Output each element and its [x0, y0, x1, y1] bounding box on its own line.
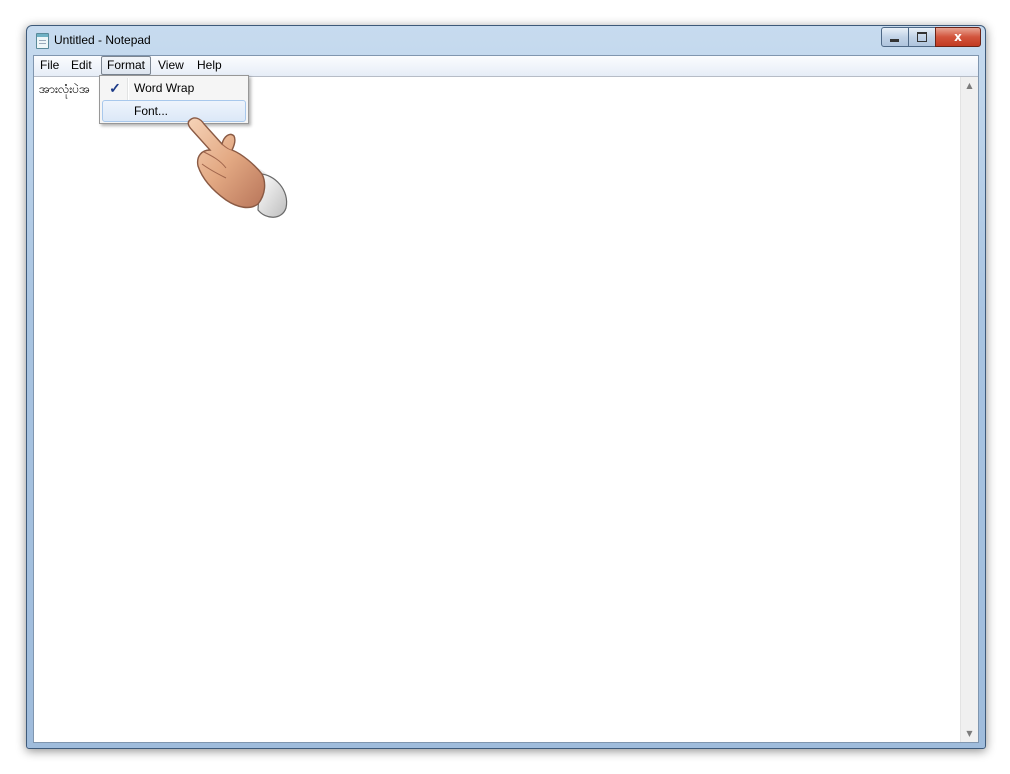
close-button[interactable]: x [935, 27, 981, 47]
maximize-button[interactable] [908, 27, 936, 47]
window-controls: x [881, 27, 981, 47]
menu-help[interactable]: Help [192, 57, 227, 74]
menu-file[interactable]: File [35, 57, 64, 74]
window-title: Untitled - Notepad [54, 33, 151, 47]
close-icon: x [954, 30, 962, 44]
editor-text: အားလုံးပဲအ [39, 82, 91, 96]
maximize-icon [917, 32, 927, 42]
minimize-button[interactable] [881, 27, 909, 47]
menu-bar: File Edit Format View Help [34, 56, 978, 77]
notepad-icon[interactable] [36, 33, 49, 49]
minimize-icon [890, 39, 899, 42]
menu-view[interactable]: View [153, 57, 189, 74]
title-bar[interactable]: Untitled - Notepad x [27, 26, 985, 54]
client-area: File Edit Format View Help အားလုံးပဲအ ▲ … [33, 55, 979, 743]
checkmark-icon: ✓ [109, 80, 121, 96]
scroll-up-arrow-icon[interactable]: ▲ [961, 77, 978, 94]
pointing-hand-cursor-icon [187, 117, 288, 218]
menu-edit[interactable]: Edit [66, 57, 97, 74]
text-editor[interactable]: အားလုံးပဲအ [34, 77, 961, 742]
scroll-down-arrow-icon[interactable]: ▼ [961, 725, 978, 742]
vertical-scrollbar[interactable]: ▲ ▼ [960, 77, 978, 742]
font-label: Font... [134, 104, 169, 118]
menu-format[interactable]: Format [101, 56, 152, 75]
word-wrap-label: Word Wrap [134, 81, 195, 95]
menu-item-word-wrap[interactable]: ✓ Word Wrap [102, 78, 246, 99]
notepad-window: Untitled - Notepad x File Edit Format Vi… [26, 25, 986, 749]
